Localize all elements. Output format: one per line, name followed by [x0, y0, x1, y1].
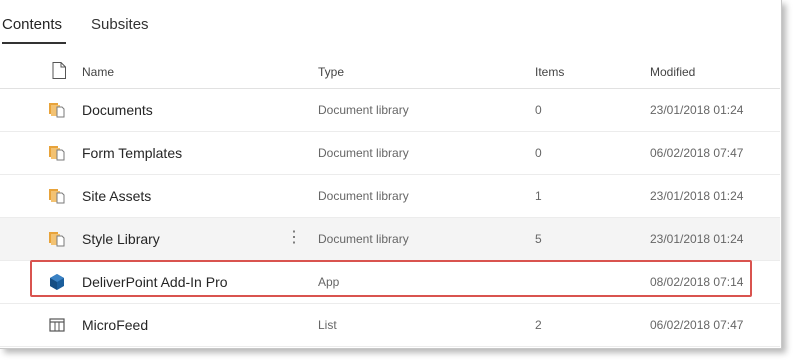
row-type: Document library	[318, 103, 409, 117]
document-library-icon	[49, 146, 65, 161]
table-row[interactable]: DeliverPoint Add-In Pro App 08/02/2018 0…	[0, 261, 780, 304]
active-tab-indicator	[2, 42, 66, 44]
table-row[interactable]: Documents Document library 0 23/01/2018 …	[0, 89, 780, 132]
table-row[interactable]: Form Templates Document library 0 06/02/…	[0, 132, 780, 175]
row-modified: 23/01/2018 01:24	[650, 189, 744, 203]
row-type: Document library	[318, 146, 409, 160]
column-header-type[interactable]: Type	[318, 65, 344, 79]
row-name[interactable]: Documents	[82, 102, 153, 118]
row-items: 2	[535, 318, 542, 332]
tab-subsites[interactable]: Subsites	[91, 16, 149, 33]
document-library-icon	[49, 232, 65, 247]
row-modified: 23/01/2018 01:24	[650, 232, 744, 246]
row-name[interactable]: Style Library	[82, 231, 160, 247]
row-type: List	[318, 318, 337, 332]
more-options-icon[interactable]: ⋮	[286, 227, 302, 249]
site-contents-panel: Contents Subsites Name Type Items Modifi…	[0, 0, 782, 349]
row-modified: 23/01/2018 01:24	[650, 103, 744, 117]
row-name[interactable]: Form Templates	[82, 145, 182, 161]
column-header-modified[interactable]: Modified	[650, 65, 695, 79]
document-library-icon	[49, 103, 65, 118]
row-items: 5	[535, 232, 542, 246]
table-row[interactable]: Site Assets Document library 1 23/01/201…	[0, 175, 780, 218]
file-type-icon[interactable]	[52, 62, 66, 79]
table-row[interactable]: Style Library ⋮ Document library 5 23/01…	[0, 218, 780, 261]
row-type: Document library	[318, 189, 409, 203]
document-library-icon	[49, 189, 65, 204]
row-name[interactable]: DeliverPoint Add-In Pro	[82, 274, 228, 290]
row-type: Document library	[318, 232, 409, 246]
row-modified: 06/02/2018 07:47	[650, 318, 744, 332]
row-name[interactable]: MicroFeed	[82, 317, 148, 333]
row-modified: 06/02/2018 07:47	[650, 146, 744, 160]
row-name[interactable]: Site Assets	[82, 188, 151, 204]
column-header-name[interactable]: Name	[82, 65, 114, 79]
row-items: 0	[535, 146, 542, 160]
row-modified: 08/02/2018 07:14	[650, 275, 744, 289]
tab-bar: Contents Subsites	[0, 0, 781, 46]
row-items: 1	[535, 189, 542, 203]
row-items: 0	[535, 103, 542, 117]
table-header: Name Type Items Modified	[0, 54, 780, 89]
row-type: App	[318, 275, 340, 289]
list-icon	[49, 318, 65, 332]
app-cube-icon	[50, 274, 64, 290]
column-header-items[interactable]: Items	[535, 65, 564, 79]
table-row[interactable]: MicroFeed List 2 06/02/2018 07:47	[0, 304, 780, 347]
tab-contents[interactable]: Contents	[2, 16, 62, 33]
